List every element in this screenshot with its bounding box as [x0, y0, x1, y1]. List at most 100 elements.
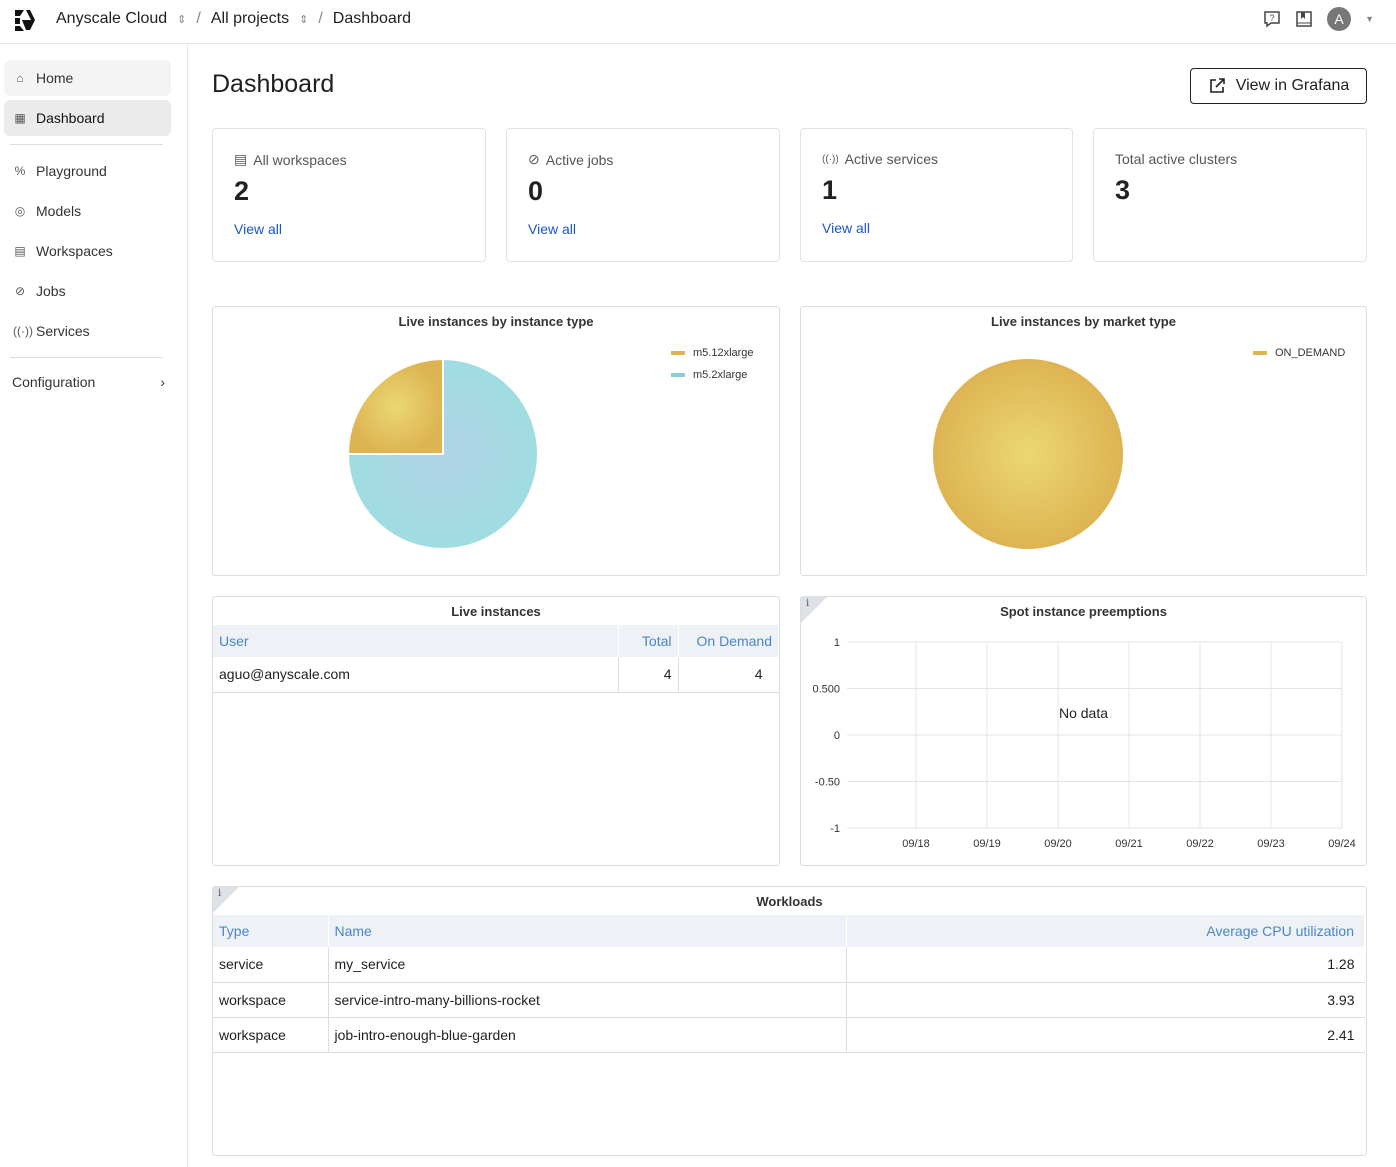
divider [10, 144, 163, 145]
jobs-icon: ⊘ [528, 151, 540, 167]
table-row: aguo@anyscale.com 4 4 [213, 657, 779, 693]
y-tick-label: 1 [834, 637, 840, 649]
card-label: All workspaces [253, 151, 347, 168]
dashboard-icon: ▦ [14, 111, 26, 125]
jobs-icon: ⊘ [14, 284, 26, 298]
no-data-message: No data [1058, 705, 1109, 721]
divider [10, 357, 163, 358]
svg-text:?: ? [1270, 13, 1275, 23]
legend-item[interactable]: ON_DEMAND [1253, 342, 1345, 364]
card-value: 3 [1115, 175, 1131, 205]
workloads-panel: i Workloads Type Name Average CPU utilizat… [212, 886, 1367, 1156]
column-header[interactable]: On Demand [678, 625, 779, 657]
card-label: Active services [844, 151, 939, 167]
playground-icon: % [14, 164, 26, 178]
y-tick-label: -1 [830, 823, 840, 835]
pie-slice [346, 357, 444, 455]
y-tick-label: -0.50 [815, 777, 840, 789]
workloads-table: Type Name Average CPU utilization service m… [213, 915, 1365, 1053]
breadcrumb: Anyscale Cloud ⇕ / All projects ⇕ / Dashbo… [56, 10, 411, 28]
column-header[interactable]: Name [328, 915, 847, 947]
workspaces-icon: ▤ [14, 244, 26, 258]
view-in-grafana-button[interactable]: View in Grafana [1190, 68, 1367, 104]
sidebar-item-services[interactable]: ((·)) Services [4, 313, 171, 349]
sidebar-item-workspaces[interactable]: ▤ Workspaces [4, 233, 171, 269]
x-tick-label: 09/22 [1186, 838, 1214, 850]
x-tick-label: 09/19 [973, 838, 1001, 850]
sidebar-item-label: Playground [36, 163, 107, 179]
panel-title: Live instances [451, 604, 541, 619]
x-tick-label: 09/23 [1257, 838, 1285, 850]
panel-title: Workloads [756, 894, 823, 909]
breadcrumb-separator: / [196, 10, 201, 27]
pie-panel-instance-type: Live instances by instance type m5.12xla… [212, 306, 780, 576]
chevron-updown-icon[interactable]: ⇕ [177, 13, 186, 26]
sidebar-item-dashboard[interactable]: ▦ Dashboard [4, 100, 171, 136]
sidebar-item-label: Dashboard [36, 110, 105, 126]
table-row: workspace job-intro-enough-blue-garden 2.4… [213, 1017, 1365, 1053]
sidebar: ⌂ Home ▦ Dashboard % Playground ◎ Models ▤ Wo… [0, 44, 188, 1167]
y-tick-label: 0.500 [812, 684, 840, 696]
card-label: Total active clusters [1115, 151, 1238, 167]
top-bar: Anyscale Cloud ⇕ / All projects ⇕ / Dashbo… [0, 0, 1396, 44]
services-icon: ((·)) [822, 153, 839, 165]
page-title: Dashboard [212, 70, 335, 98]
docs-icon[interactable] [1295, 10, 1313, 28]
sidebar-item-label: Configuration [12, 374, 96, 390]
org-selector[interactable]: Anyscale Cloud [56, 10, 167, 28]
card-value: 0 [528, 176, 544, 206]
avatar[interactable]: A [1327, 7, 1352, 31]
column-header[interactable]: Average CPU utilization [846, 915, 1365, 947]
external-link-icon [1209, 78, 1225, 93]
y-tick-label: 0 [834, 730, 840, 742]
sidebar-item-playground[interactable]: % Playground [4, 153, 171, 189]
line-chart: 1 0.500 0 -0.50 -1 09/18 09/19 09/20 09/21 09/22 0… [812, 637, 1356, 850]
breadcrumb-separator: / [318, 10, 323, 27]
legend: m5.12xlarge m5.2xlarge [671, 342, 754, 386]
table-row: service my_service 1.28 [213, 947, 1365, 983]
help-icon[interactable]: ? [1263, 10, 1281, 28]
sidebar-item-home[interactable]: ⌂ Home [4, 60, 171, 96]
card-value: 1 [822, 175, 838, 205]
sidebar-item-label: Workspaces [36, 243, 113, 259]
home-icon: ⌂ [16, 71, 24, 85]
sidebar-item-configuration[interactable]: Configuration › [0, 364, 175, 400]
live-instances-panel: Live instances User Total On Demand aguo@a… [212, 596, 780, 866]
x-tick-label: 09/21 [1115, 838, 1143, 850]
sidebar-item-label: Models [36, 203, 82, 219]
sidebar-item-models[interactable]: ◎ Models [4, 193, 171, 229]
spot-preemptions-panel: i Spot instance preemptions 1 0.500 0 -0.50… [800, 596, 1367, 866]
pie-panel-market-type: Live instances by market type ON_DEMAND [800, 306, 1367, 576]
x-tick-label: 09/18 [902, 838, 930, 850]
workspaces-icon: ▤ [234, 151, 248, 167]
models-icon: ◎ [14, 204, 26, 218]
chevron-right-icon: › [160, 374, 165, 390]
table-row: workspace service-intro-many-billions-roc… [213, 982, 1365, 1018]
services-icon: ((·)) [13, 324, 33, 338]
view-all-link[interactable]: View all [822, 220, 1072, 236]
pie-slice [933, 359, 1123, 549]
card-value: 2 [234, 176, 250, 206]
column-header[interactable]: Type [213, 915, 329, 947]
stat-card-jobs: ⊘ Active jobs 0 View all [506, 128, 780, 262]
card-label: Active jobs [545, 151, 614, 168]
x-tick-label: 09/20 [1044, 838, 1072, 850]
button-label: View in Grafana [1235, 77, 1350, 94]
legend: ON_DEMAND [1253, 342, 1345, 364]
stat-card-workspaces: ▤ All workspaces 2 View all [212, 128, 486, 262]
sidebar-item-jobs[interactable]: ⊘ Jobs [4, 273, 171, 309]
anyscale-logo[interactable] [11, 7, 37, 33]
legend-item[interactable]: m5.12xlarge [671, 342, 754, 364]
x-tick-label: 09/24 [1328, 838, 1356, 850]
legend-item[interactable]: m5.2xlarge [671, 364, 754, 386]
project-selector[interactable]: All projects [211, 10, 289, 28]
view-all-link[interactable]: View all [528, 221, 779, 237]
live-instances-table: User Total On Demand aguo@anyscale.com 4 4 [213, 625, 779, 693]
column-header[interactable]: Total [618, 625, 679, 657]
stat-card-clusters: Total active clusters 3 [1093, 128, 1367, 262]
view-all-link[interactable]: View all [234, 221, 485, 237]
caret-down-icon[interactable]: ▼ [1365, 14, 1374, 24]
chevron-updown-icon[interactable]: ⇕ [299, 13, 308, 26]
sidebar-item-label: Home [36, 70, 74, 86]
column-header[interactable]: User [213, 625, 619, 657]
